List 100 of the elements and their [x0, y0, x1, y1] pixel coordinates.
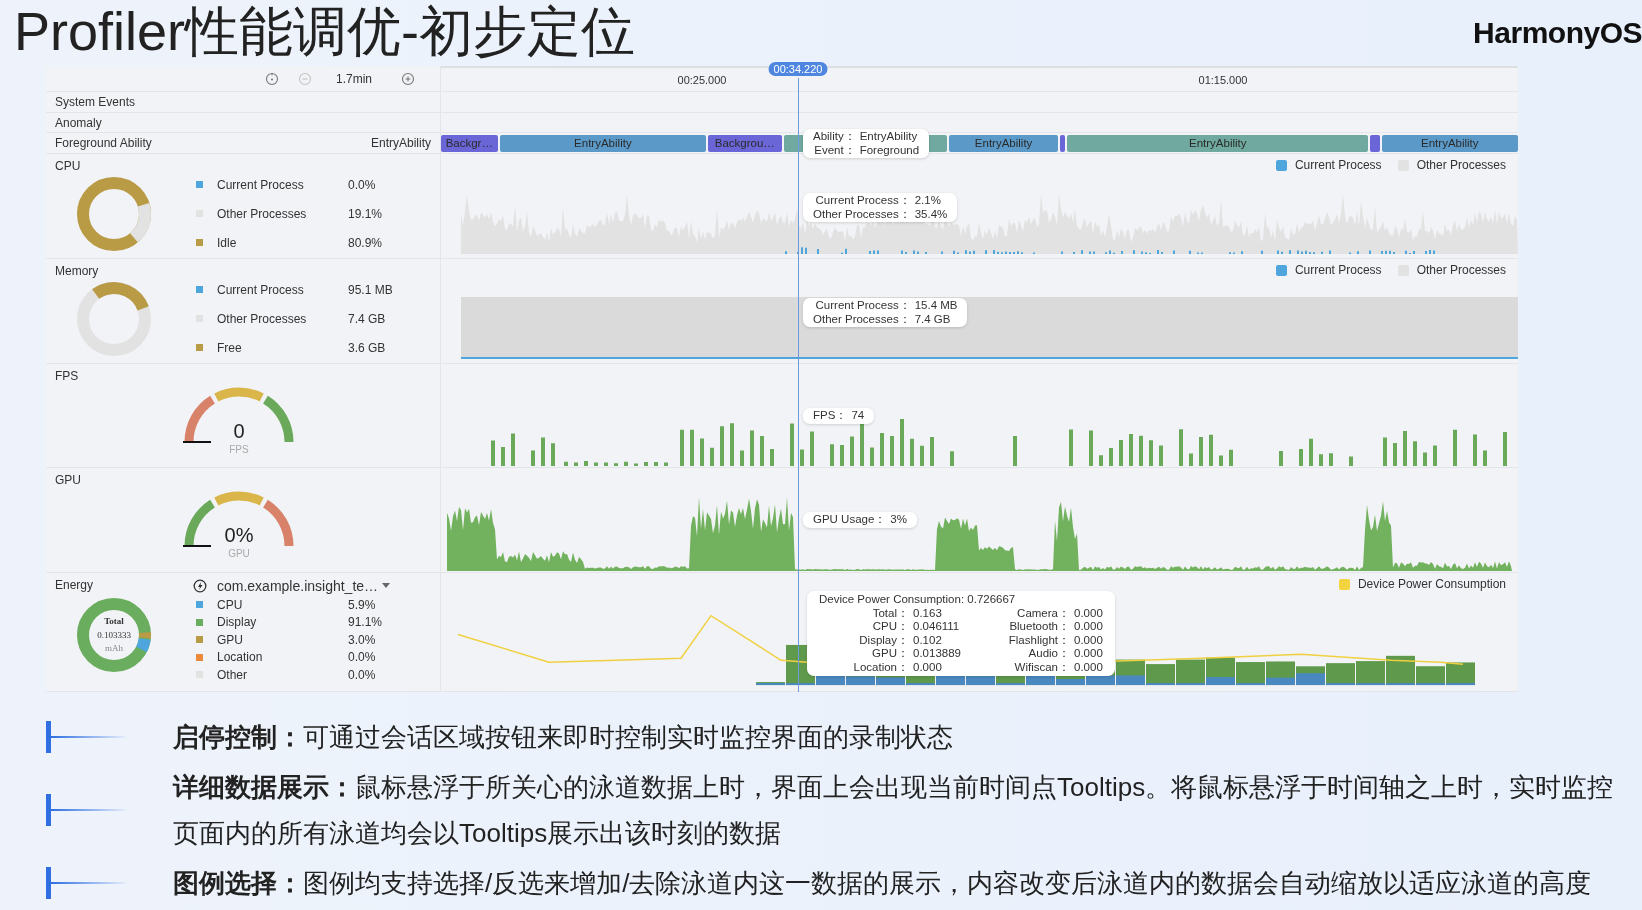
tooltip-value: 0.013889 [913, 647, 962, 661]
legend-label: Other Processes [217, 206, 308, 221]
legend-swatch[interactable] [1338, 578, 1350, 590]
tooltip-value: 0.102 [913, 633, 943, 647]
ability-segment[interactable]: EntryAbility [499, 135, 707, 152]
ability-segment[interactable]: Backgrou… [708, 135, 782, 152]
brand-logo: HarmonyOS [1473, 16, 1642, 50]
tooltip-value: 74 [851, 409, 865, 423]
legend-value: 3.0% [348, 632, 376, 647]
legend-label: Idle [217, 235, 238, 250]
legend-label[interactable]: Current Process [1294, 263, 1382, 277]
legend-label: Other [217, 667, 248, 682]
timer-icon[interactable] [265, 72, 279, 86]
tooltip-value: 0.000 [1074, 633, 1103, 647]
legend-swatch[interactable] [1275, 264, 1287, 276]
legend-value: 0.0% [348, 650, 376, 665]
lane-name: Anomaly [55, 115, 102, 130]
legend-label[interactable]: Other Processes [1416, 263, 1506, 277]
ability-segment[interactable]: EntryAbility [1381, 135, 1518, 152]
tooltip-label: Bluetooth： [1008, 620, 1070, 634]
legend-label: CPU [217, 597, 244, 612]
ability-segment[interactable]: EntryAbility [1067, 135, 1369, 152]
lane-name: Energy [55, 578, 94, 592]
tooltip-label: Location： [852, 660, 909, 674]
tooltip-value: 3% [890, 513, 907, 527]
power-bar [1356, 661, 1385, 686]
legend-value: 5.9% [348, 597, 376, 612]
ability-segment[interactable] [1060, 135, 1066, 152]
legend-label: GPU [217, 632, 244, 647]
note-text: 启停控制：可通过会话区域按钮来即时控制实时监控界面的录制状态 [173, 721, 954, 754]
tooltip-label: CPU： [871, 620, 909, 634]
legend-value: 3.6 GB [348, 340, 386, 355]
legend-value: 80.9% [348, 235, 383, 250]
tooltip-label: Current Process： [814, 194, 911, 208]
legend-label: Display [217, 615, 258, 630]
time-span-label: 1.7min [336, 72, 373, 86]
tooltip-value: 2.1% [914, 194, 942, 208]
legend-label[interactable]: Other Processes [1416, 158, 1506, 172]
note-text: 详细数据展示：鼠标悬浮于所关心的泳道数据上时，界面上会出现当前时间点Tooltips。将鼠标悬浮于时间轴之上时，实时监控页面内的所有泳道均会以Tooltips展示出该时刻的数据 [173, 771, 1615, 850]
legend-label: Other Processes [217, 311, 308, 326]
legend-value: 7.4 GB [348, 311, 386, 326]
tooltip-value: 0.163 [913, 606, 943, 620]
ability-segment[interactable]: Backgr… [441, 135, 498, 152]
tooltip-label: Total： [871, 606, 909, 620]
tooltip-label: Other Processes： [813, 207, 911, 221]
tooltip-label: Flashlight： [1007, 633, 1070, 647]
bullet-marker-icon [46, 721, 126, 753]
power-bar [1206, 657, 1235, 686]
tooltip-label: GPU Usage： [813, 513, 887, 527]
tooltip-value: EntryAbility [859, 130, 919, 144]
legend-value: 0.0% [348, 177, 376, 192]
tooltip-label: Other Processes： [813, 312, 911, 326]
total-label: Total [104, 616, 124, 626]
power-bar [1296, 666, 1325, 686]
total-unit: mAh [105, 643, 123, 653]
legend-label: Current Process [217, 177, 305, 192]
tooltip-label: Camera： [1016, 606, 1070, 620]
legend-value: 0.0% [348, 667, 376, 682]
lane-name: System Events [55, 95, 136, 109]
tooltip-value: 0.000 [1074, 660, 1103, 674]
legend-label[interactable]: Device Power Consumption [1357, 577, 1506, 591]
gauge-unit: GPU [227, 548, 251, 559]
legend-swatch[interactable] [1275, 159, 1287, 171]
tooltip-label: Event： [813, 143, 856, 157]
tooltip-value: 15.4 MB [914, 299, 958, 313]
zoom-in-icon[interactable] [401, 72, 415, 86]
tooltip-value: 0.000 [1074, 620, 1103, 634]
tooltip-label: Wifiscan： [1013, 660, 1070, 674]
legend-label: Free [217, 340, 243, 355]
tooltip-label: FPS： [813, 409, 848, 423]
slide-title: Profiler性能调优-初步定位 [14, 0, 636, 62]
tooltip-label: Audio： [1027, 647, 1070, 661]
tooltip-title: Device Power Consumption: 0.726667 [819, 593, 1017, 607]
app-selector[interactable]: com.example.insight_te… [196, 576, 406, 596]
tooltip-value: 0.000 [1074, 647, 1103, 661]
tick-label: 01:15.000 [1198, 74, 1248, 86]
note-text: 图例选择：图例均支持选择/反选来增加/去除泳道内这一数据的展示，内容改变后泳道内的数据会自动缩放以适应泳道的高度 [173, 867, 1593, 900]
power-bar [1116, 659, 1145, 686]
lightning-icon [193, 579, 207, 593]
legend-value: 19.1% [348, 206, 383, 221]
legend-value: 91.1% [348, 615, 383, 630]
power-bar [1266, 661, 1295, 686]
lane-name: GPU [55, 473, 81, 487]
legend-label[interactable]: Current Process [1294, 158, 1382, 172]
power-bar [1146, 664, 1175, 686]
tooltip-label: Display： [858, 633, 909, 647]
lane-name: Foreground Ability [55, 136, 152, 150]
total-value: 0.103333 [97, 630, 131, 640]
tooltip-value: Foreground [859, 143, 920, 157]
tooltip-value: 0.046111 [913, 620, 961, 634]
tooltip-label: Current Process： [814, 299, 911, 313]
current-ability: EntryAbility [370, 136, 431, 150]
ability-segment[interactable] [1370, 135, 1380, 152]
ability-segment[interactable]: EntryAbility [949, 135, 1059, 152]
gauge-reading: 0 [232, 420, 246, 443]
bullet-marker-icon [46, 794, 126, 826]
power-bar [1446, 662, 1475, 686]
cursor-time-badge[interactable]: 00:34.220 [768, 62, 828, 76]
legend-label: Current Process [217, 282, 305, 297]
tooltip-value: 0.000 [913, 660, 943, 674]
